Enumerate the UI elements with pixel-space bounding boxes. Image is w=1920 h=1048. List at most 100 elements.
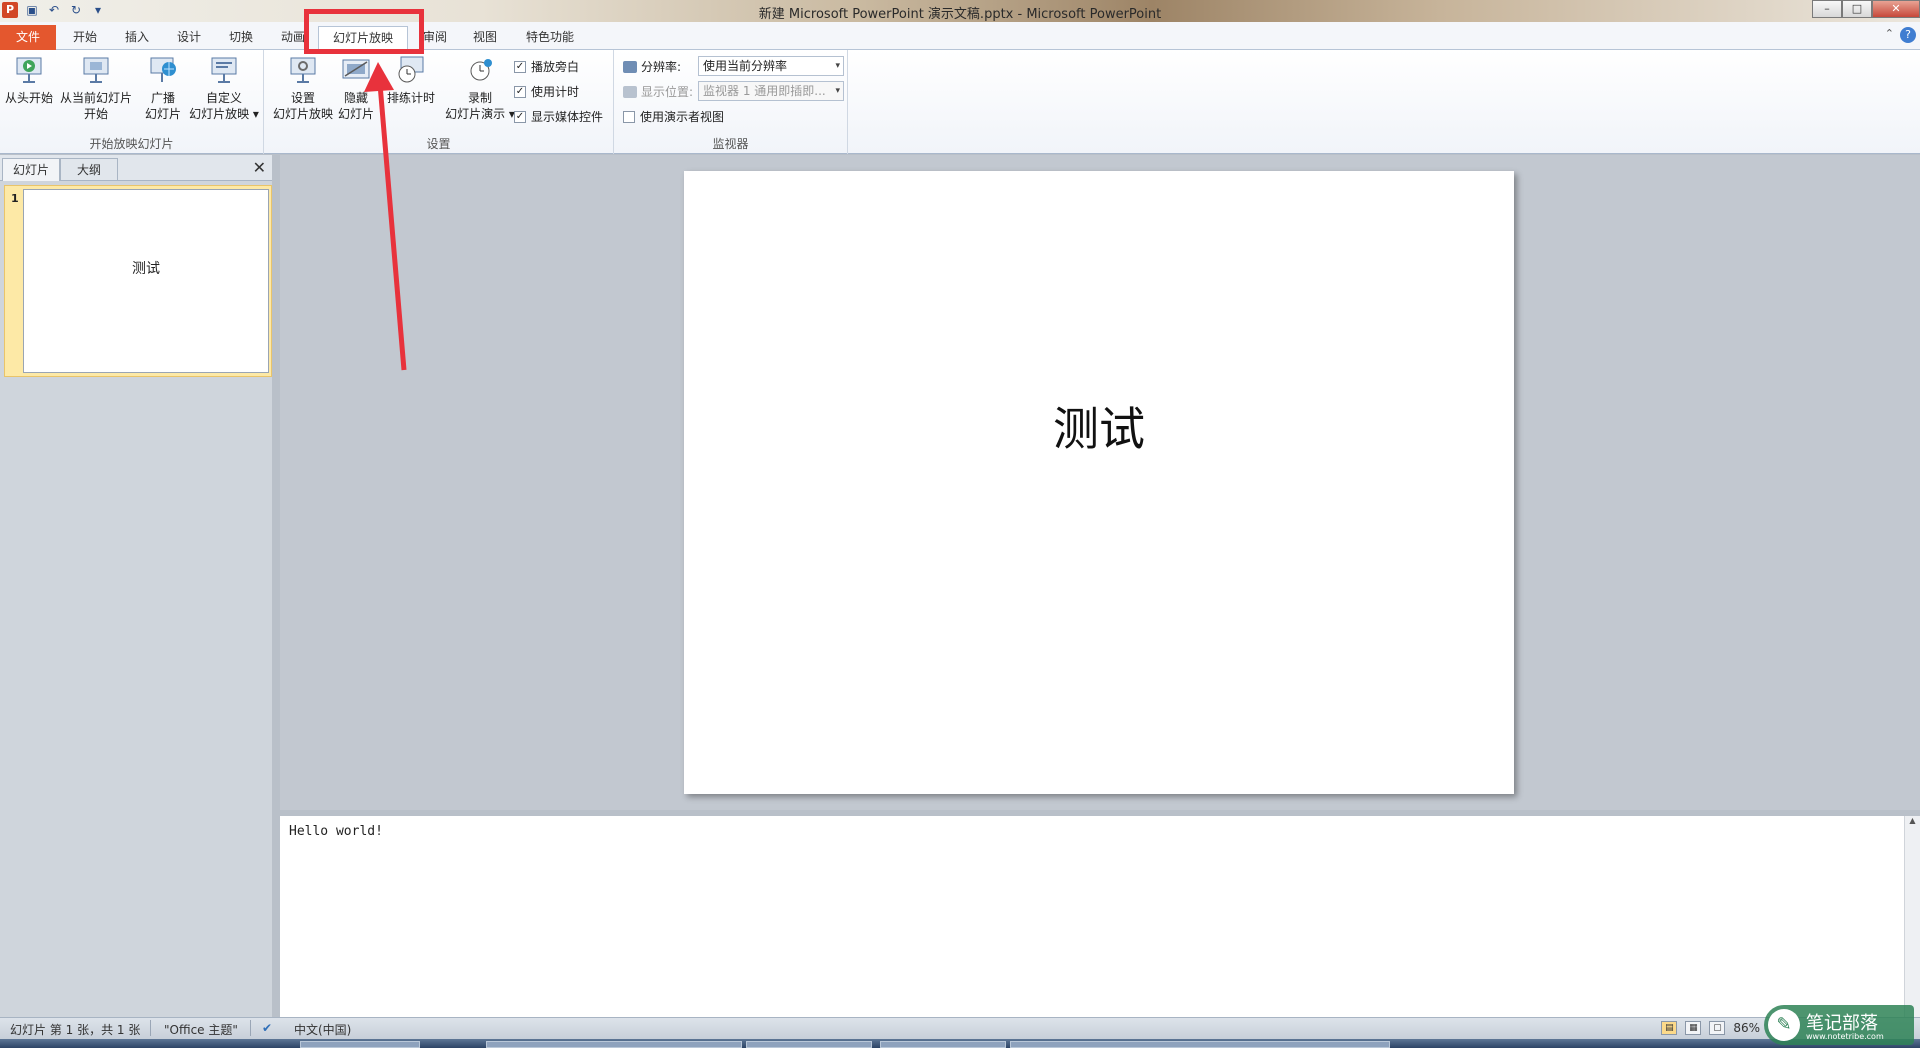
checkbox-unchecked-icon <box>623 110 635 123</box>
hide-slide-button[interactable]: 隐藏 幻灯片 <box>332 54 380 122</box>
broadcast-label-1: 广播 <box>150 91 175 105</box>
group-setup: 设置 幻灯片放映 隐藏 幻灯片 排练计时 录制 幻灯片演示 ▾ ✓ 播放旁白 ✓… <box>264 50 614 154</box>
slides-pane: 幻灯片 大纲 ✕ 1 测试 <box>0 155 276 1017</box>
normal-view-icon[interactable]: ▤ <box>1661 1021 1678 1035</box>
broadcast-button[interactable]: 广播 幻灯片 <box>140 54 186 122</box>
custom-slideshow-button[interactable]: 自定义 幻灯片放映 ▾ <box>186 54 262 122</box>
tab-features[interactable]: 特色功能 <box>520 26 580 50</box>
checkbox-checked-icon: ✓ <box>514 110 526 123</box>
use-timings-checkbox[interactable]: ✓ 使用计时 <box>514 83 579 100</box>
scroll-up-icon[interactable]: ▲ <box>1905 816 1920 825</box>
setup-slideshow-button[interactable]: 设置 幻灯片放映 <box>268 54 338 122</box>
play-narrations-checkbox[interactable]: ✓ 播放旁白 <box>514 58 579 75</box>
status-bar: 幻灯片 第 1 张，共 1 张 "Office 主题" ✔ 中文(中国) ▤ ▦… <box>0 1017 1920 1039</box>
show-on-value: 监视器 1 通用即插即... <box>703 84 826 98</box>
taskbar-item[interactable] <box>880 1041 1006 1048</box>
show-media-controls-checkbox[interactable]: ✓ 显示媒体控件 <box>514 108 603 125</box>
slide-title-placeholder[interactable]: 测试 <box>684 393 1514 459</box>
zoom-level[interactable]: 86% <box>1733 1021 1760 1035</box>
from-beginning-button[interactable]: 从头开始 <box>2 54 56 106</box>
slide-number: 1 <box>11 192 19 205</box>
resolution-value: 使用当前分辨率 <box>703 59 788 73</box>
close-pane-icon[interactable]: ✕ <box>253 158 266 177</box>
monitor-icon <box>623 60 637 73</box>
taskbar-item[interactable] <box>486 1041 742 1048</box>
play-from-current-icon <box>80 54 112 86</box>
chevron-down-icon: ▾ <box>835 86 840 96</box>
broadcast-icon <box>147 54 179 86</box>
slide-count-status: 幻灯片 第 1 张，共 1 张 <box>10 1023 141 1037</box>
record-slideshow-button[interactable]: 录制 幻灯片演示 ▾ <box>440 54 520 122</box>
chevron-down-icon: ▾ <box>835 61 840 71</box>
tab-home[interactable]: 开始 <box>68 26 102 50</box>
tab-file[interactable]: 文件 <box>0 25 56 50</box>
minimize-ribbon-icon[interactable]: ⌃ <box>1885 27 1894 40</box>
close-button[interactable]: ✕ <box>1872 0 1920 18</box>
notes-pane[interactable]: Hello world! ▲ <box>280 812 1920 1021</box>
custom-slideshow-icon <box>208 54 240 86</box>
window-title: 新建 Microsoft PowerPoint 演示文稿.pptx - Micr… <box>758 7 1162 22</box>
setup-slideshow-icon <box>287 54 319 86</box>
restore-button[interactable]: □ <box>1842 0 1872 18</box>
group-monitors: 分辨率: 使用当前分辨率 ▾ 显示位置: 监视器 1 通用即插即... ▾ 使用… <box>614 50 848 154</box>
hide-slide-label-1: 隐藏 <box>343 91 368 105</box>
hide-slide-icon <box>340 54 372 86</box>
tab-transitions[interactable]: 切换 <box>224 26 258 50</box>
view-and-zoom: ▤ ▦ ▢ 86% <box>1661 1021 1760 1035</box>
setup-label-1: 设置 <box>290 91 315 105</box>
resolution-dropdown[interactable]: 使用当前分辨率 ▾ <box>698 56 844 76</box>
taskbar-item[interactable] <box>1010 1041 1390 1048</box>
record-label-1: 录制 <box>467 91 492 105</box>
watermark-url: www.notetribe.com <box>1806 1032 1884 1041</box>
ribbon: 从头开始 从当前幻灯片 开始 广播 幻灯片 自定义 幻灯片放映 ▾ 开始放映幻灯… <box>0 50 1920 154</box>
notes-text[interactable]: Hello world! <box>289 824 383 839</box>
presenter-view-label: 使用演示者视图 <box>640 110 725 124</box>
slide-thumbnail-title: 测试 <box>132 261 160 277</box>
tab-insert[interactable]: 插入 <box>120 26 154 50</box>
monitor-icon <box>623 85 637 98</box>
help-icon[interactable]: ? <box>1900 27 1916 43</box>
site-watermark: ✎ 笔记部落 www.notetribe.com <box>1764 1005 1914 1045</box>
slide-sorter-view-icon[interactable]: ▦ <box>1685 1021 1702 1035</box>
group-setup-label: 设置 <box>426 137 451 151</box>
custom-slideshow-label-1: 自定义 <box>205 91 242 105</box>
notes-scrollbar[interactable]: ▲ <box>1904 816 1920 1021</box>
slide-thumbnail-row[interactable]: 1 测试 <box>4 185 272 377</box>
from-current-button[interactable]: 从当前幻灯片 开始 <box>58 54 134 122</box>
language-status[interactable]: 中文(中国) <box>294 1021 351 1038</box>
resolution-label: 分辨率: <box>641 60 682 74</box>
show-on-row: 显示位置: <box>623 83 693 100</box>
slide-thumbnail[interactable]: 测试 <box>23 189 269 373</box>
spelling-check-icon[interactable]: ✔ <box>262 1021 272 1035</box>
rehearse-timings-button[interactable]: 排练计时 <box>382 54 440 106</box>
rehearse-label: 排练计时 <box>386 91 435 105</box>
status-divider <box>250 1020 251 1036</box>
from-beginning-label: 从头开始 <box>4 91 53 105</box>
slides-pane-tabs: 幻灯片 大纲 ✕ <box>0 155 272 181</box>
rehearse-timings-icon <box>395 54 427 86</box>
show-media-controls-label: 显示媒体控件 <box>531 110 604 124</box>
ribbon-tab-row: 文件 开始 插入 设计 切换 动画 幻灯片放映 审阅 视图 特色功能 ⌃ ? <box>0 22 1920 51</box>
window-controls: – □ ✕ <box>1812 0 1920 18</box>
checkbox-checked-icon: ✓ <box>514 85 526 98</box>
play-from-start-icon <box>13 54 45 86</box>
presenter-view-checkbox[interactable]: 使用演示者视图 <box>623 108 724 125</box>
use-timings-label: 使用计时 <box>531 85 580 99</box>
status-divider <box>150 1020 151 1036</box>
reading-view-icon[interactable]: ▢ <box>1709 1021 1726 1035</box>
from-current-label-2: 开始 <box>83 107 108 121</box>
from-current-label-1: 从当前幻灯片 <box>59 91 132 105</box>
pencil-logo-icon: ✎ <box>1768 1009 1800 1041</box>
minimize-button[interactable]: – <box>1812 0 1842 18</box>
tab-view[interactable]: 视图 <box>468 26 502 50</box>
taskbar-item[interactable] <box>300 1041 420 1048</box>
tab-design[interactable]: 设计 <box>172 26 206 50</box>
taskbar-item[interactable] <box>746 1041 872 1048</box>
tab-slides[interactable]: 幻灯片 <box>2 158 60 181</box>
slide-editor-area: 测试 <box>280 155 1920 810</box>
show-on-dropdown[interactable]: 监视器 1 通用即插即... ▾ <box>698 81 844 101</box>
broadcast-label-2: 幻灯片 <box>144 107 181 121</box>
tab-outline[interactable]: 大纲 <box>60 158 118 181</box>
theme-status: "Office 主题" <box>164 1023 238 1037</box>
slide-canvas[interactable]: 测试 <box>684 171 1514 794</box>
